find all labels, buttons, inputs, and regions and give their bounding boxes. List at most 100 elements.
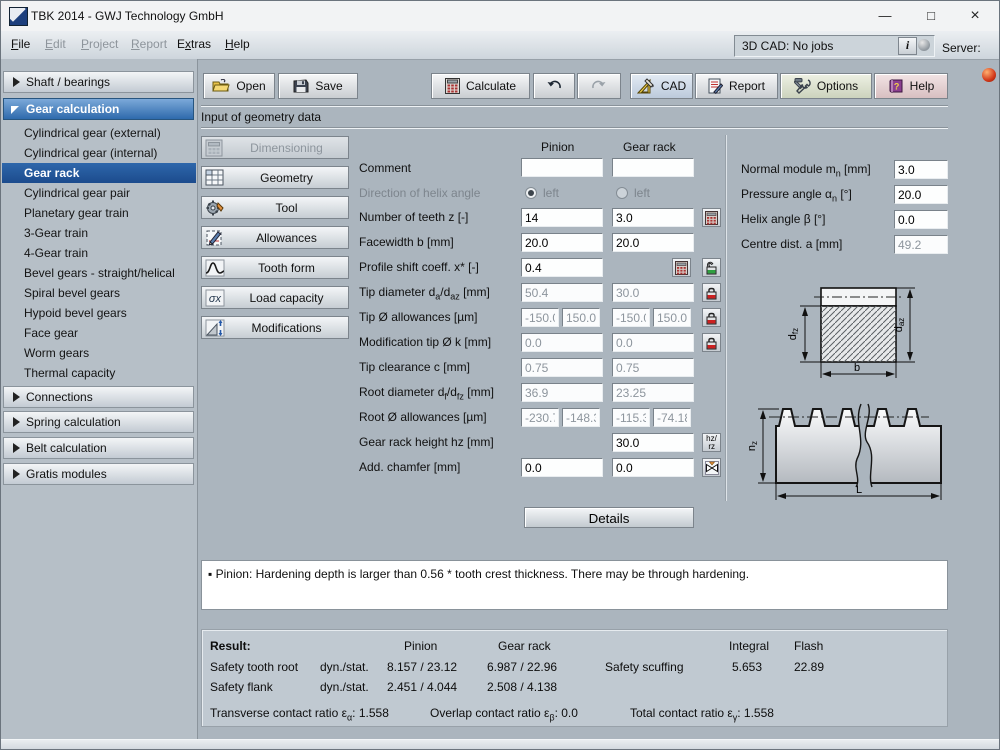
normal-module-label: Normal module mn [mm] [741, 162, 871, 178]
safety-tooth-root-pinion: 8.157 / 23.12 [387, 660, 457, 674]
sidebar-item-cylindrical-gear-internal[interactable]: Cylindrical gear (internal) [2, 143, 196, 163]
menu-file[interactable]: File [11, 37, 30, 53]
options-button[interactable]: Options [780, 73, 872, 99]
sidebar-section-gratis-modules[interactable]: Gratis modules [3, 463, 194, 485]
redo-icon [591, 80, 607, 93]
sidebar-item-cylindrical-gear-external[interactable]: Cylindrical gear (external) [2, 123, 196, 143]
gearrack-tip-allowance-upper-input [653, 308, 691, 327]
triangle-right-icon [13, 417, 20, 427]
allowances-icon [205, 229, 225, 247]
helix-angle-input[interactable] [894, 210, 948, 229]
load-capacity-button[interactable]: σx Load capacity [201, 286, 349, 309]
cad-button[interactable]: CAD [630, 73, 693, 99]
gearrack-teeth-input[interactable] [612, 208, 694, 227]
sidebar-item-bevel-gears[interactable]: Bevel gears - straight/helical [2, 263, 196, 283]
menu-bar: File Edit Project Report Extras Help 3D … [1, 31, 999, 60]
warning-box: ▪ Pinion: Hardening depth is larger than… [201, 560, 948, 610]
section-title: Input of geometry data [201, 110, 321, 124]
redo-button[interactable] [577, 73, 621, 99]
gearrack-height-input[interactable] [612, 433, 694, 452]
undo-button[interactable] [533, 73, 575, 99]
pinion-teeth-input[interactable] [521, 208, 603, 227]
result-title: Result: [210, 639, 251, 653]
pinion-helix-left-radio[interactable] [525, 187, 537, 199]
safety-scuffing-integral: 5.653 [732, 660, 762, 674]
calculator-icon [705, 211, 718, 225]
window-title: TBK 2014 - GWJ Technology GmbH [31, 9, 224, 23]
open-folder-icon [212, 79, 230, 93]
sidebar-section-belt-calculation[interactable]: Belt calculation [3, 437, 194, 459]
close-button[interactable]: × [953, 1, 997, 30]
pinion-tip-diameter-input [521, 283, 603, 302]
profile-shift-calculator-button[interactable] [672, 258, 691, 277]
minimize-button[interactable]: — [863, 1, 907, 30]
info-button[interactable]: i [898, 37, 917, 55]
teeth-calculator-button[interactable] [702, 208, 721, 227]
report-button[interactable]: Report [695, 73, 778, 99]
chamfer-detail-button[interactable] [702, 458, 721, 477]
pinion-tip-allowance-upper-input [562, 308, 600, 327]
sidebar-section-gear-calculation[interactable]: Gear calculation [3, 98, 194, 120]
gearrack-helix-left-radio[interactable] [616, 187, 628, 199]
modifications-icon [205, 319, 225, 337]
sidebar: Shaft / bearings Gear calculation Cylind… [1, 59, 198, 750]
sidebar-section-spring-calculation[interactable]: Spring calculation [3, 411, 194, 433]
modifications-button[interactable]: Modifications [201, 316, 349, 339]
sidebar-item-hypoid-bevel-gears[interactable]: Hypoid bevel gears [2, 303, 196, 323]
help-button[interactable]: ? Help [874, 73, 948, 99]
gearrack-chamfer-input[interactable] [612, 458, 694, 477]
pinion-comment-input[interactable] [521, 158, 603, 177]
comment-label: Comment [359, 161, 411, 175]
sidebar-item-worm-gears[interactable]: Worm gears [2, 343, 196, 363]
sidebar-item-cylindrical-gear-pair[interactable]: Cylindrical gear pair [2, 183, 196, 203]
hz-rz-toggle-button[interactable]: hz/ rz [702, 433, 721, 452]
gearrack-comment-input[interactable] [612, 158, 694, 177]
modification-tip-label: Modification tip Ø k [mm] [359, 335, 491, 349]
teeth-label: Number of teeth z [-] [359, 210, 468, 224]
lock-closed-icon [705, 286, 718, 300]
gearrack-root-diameter-input [612, 383, 694, 402]
result-col-pinion: Pinion [404, 639, 437, 653]
sidebar-item-gear-rack[interactable]: Gear rack [2, 163, 196, 183]
tool-gear-icon [205, 199, 225, 217]
sidebar-section-shaft-bearings[interactable]: Shaft / bearings [3, 71, 194, 93]
normal-module-input[interactable] [894, 160, 948, 179]
profile-shift-lock-button[interactable] [702, 258, 721, 277]
menu-extras[interactable]: Extras [177, 37, 211, 53]
geometry-button[interactable]: Geometry [201, 166, 349, 189]
transverse-contact-ratio: Transverse contact ratio εα: 1.558 [210, 706, 389, 722]
modification-tip-lock-button[interactable] [702, 333, 721, 352]
tip-allowances-lock-button[interactable] [702, 308, 721, 327]
pinion-chamfer-input[interactable] [521, 458, 603, 477]
sidebar-item-3-gear-train[interactable]: 3-Gear train [2, 223, 196, 243]
sidebar-item-4-gear-train[interactable]: 4-Gear train [2, 243, 196, 263]
pinion-helix-left-label: left [543, 186, 559, 200]
tooth-form-button[interactable]: Tooth form [201, 256, 349, 279]
pinion-root-diameter-input [521, 383, 603, 402]
sidebar-item-planetary-gear-train[interactable]: Planetary gear train [2, 203, 196, 223]
column-header-pinion: Pinion [541, 140, 574, 154]
pressure-angle-input[interactable] [894, 185, 948, 204]
open-button[interactable]: Open [203, 73, 275, 99]
calculate-button[interactable]: Calculate [431, 73, 530, 99]
warning-text: ▪ Pinion: Hardening depth is larger than… [208, 567, 749, 581]
allowances-button[interactable]: Allowances [201, 226, 349, 249]
sidebar-item-spiral-bevel-gears[interactable]: Spiral bevel gears [2, 283, 196, 303]
safety-flank-gear-rack: 2.508 / 4.138 [487, 680, 557, 694]
pinion-facewidth-input[interactable] [521, 233, 603, 252]
dfz-dimension-label: dfz [787, 328, 800, 340]
menu-help[interactable]: Help [225, 37, 250, 53]
gearrack-facewidth-input[interactable] [612, 233, 694, 252]
details-button[interactable]: Details [524, 507, 694, 528]
sidebar-item-face-gear[interactable]: Face gear [2, 323, 196, 343]
save-button[interactable]: Save [278, 73, 358, 99]
pinion-profile-shift-input[interactable] [521, 258, 603, 277]
maximize-button[interactable]: □ [909, 1, 953, 30]
sidebar-item-thermal-capacity[interactable]: Thermal capacity [2, 363, 196, 383]
tip-diameter-lock-button[interactable] [702, 283, 721, 302]
overlap-contact-ratio: Overlap contact ratio εβ: 0.0 [430, 706, 578, 722]
sidebar-section-connections[interactable]: Connections [3, 386, 194, 408]
tool-button[interactable]: Tool [201, 196, 349, 219]
pinion-mod-tip-input [521, 333, 603, 352]
triangle-right-icon [13, 443, 20, 453]
